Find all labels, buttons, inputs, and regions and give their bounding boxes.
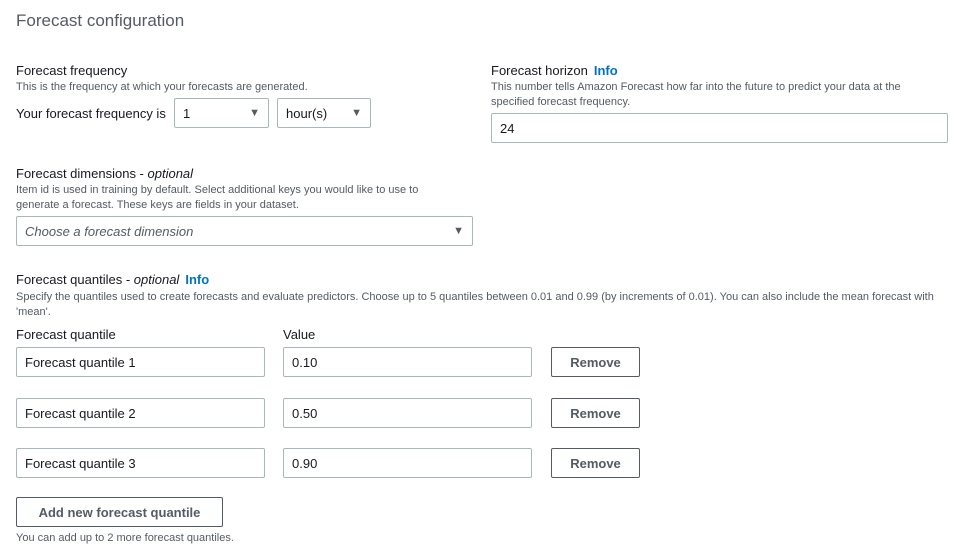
quantile-value-input[interactable]: 0.50: [283, 398, 532, 428]
quantile-name-input[interactable]: Forecast quantile 2: [16, 398, 265, 428]
horizon-info-link[interactable]: Info: [594, 63, 618, 78]
dimensions-label: Forecast dimensions - optional: [16, 166, 193, 181]
quantiles-label-text: Forecast quantiles -: [16, 272, 134, 287]
frequency-prefix: Your forecast frequency is: [16, 106, 166, 121]
frequency-value-select[interactable]: 1 ▼: [174, 98, 269, 128]
frequency-value: 1: [183, 105, 191, 121]
column-header-value: Value: [283, 327, 316, 342]
horizon-label-text: Forecast horizon: [491, 63, 588, 78]
quantiles-description: Specify the quantiles used to create for…: [16, 291, 934, 318]
horizon-label: Forecast horizon Info: [491, 63, 618, 78]
horizon-input[interactable]: 24: [491, 113, 948, 143]
quantiles-info-link[interactable]: Info: [185, 272, 209, 287]
quantile-name-input[interactable]: Forecast quantile 1: [16, 347, 265, 377]
caret-down-icon: ▼: [453, 225, 464, 237]
dimensions-select[interactable]: Choose a forecast dimension ▼: [16, 216, 473, 246]
add-quantile-note: You can add up to 2 more forecast quanti…: [16, 532, 234, 544]
section-title: Forecast configuration: [16, 11, 185, 30]
add-quantile-button[interactable]: Add new forecast quantile: [16, 497, 223, 527]
remove-button[interactable]: Remove: [551, 448, 640, 478]
frequency-unit: hour(s): [286, 105, 328, 121]
horizon-description: This number tells Amazon Forecast how fa…: [491, 81, 901, 108]
optional-tag: optional: [147, 166, 194, 181]
remove-button[interactable]: Remove: [551, 347, 640, 377]
caret-down-icon: ▼: [249, 107, 260, 119]
quantile-value-input[interactable]: 0.10: [283, 347, 532, 377]
frequency-description: This is the frequency at which your fore…: [16, 81, 308, 93]
quantiles-label: Forecast quantiles - optional Info: [16, 272, 209, 287]
quantile-name-input[interactable]: Forecast quantile 3: [16, 448, 265, 478]
quantile-value-input[interactable]: 0.90: [283, 448, 532, 478]
remove-button[interactable]: Remove: [551, 398, 640, 428]
frequency-label: Forecast frequency: [16, 63, 128, 78]
dimensions-placeholder: Choose a forecast dimension: [25, 223, 194, 239]
frequency-unit-select[interactable]: hour(s) ▼: [277, 98, 371, 128]
column-header-quantile: Forecast quantile: [16, 327, 116, 342]
dimensions-description: Item id is used in training by default. …: [16, 184, 419, 211]
dimensions-label-text: Forecast dimensions -: [16, 166, 148, 181]
caret-down-icon: ▼: [351, 107, 362, 119]
optional-tag: optional: [133, 272, 180, 287]
